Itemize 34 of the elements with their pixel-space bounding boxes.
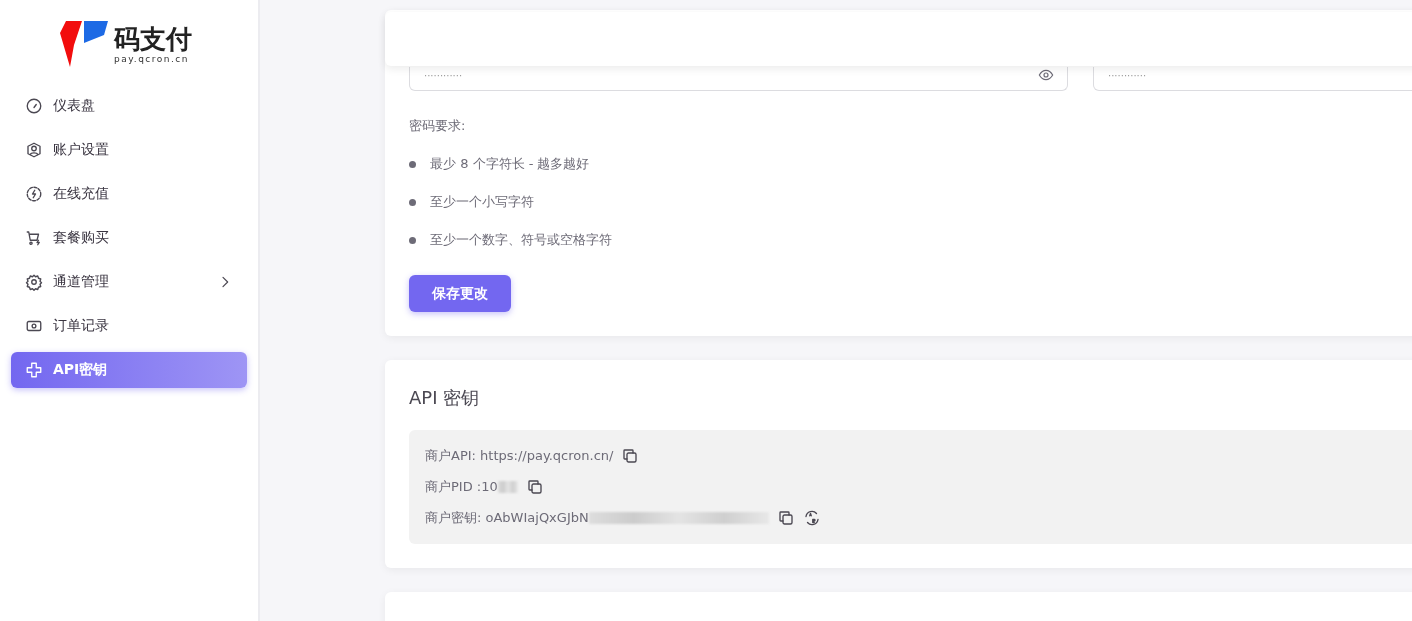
- requirement-text: 最少 8 个字符长 - 越多越好: [430, 155, 590, 173]
- requirement-text: 至少一个数字、符号或空格字符: [430, 231, 612, 249]
- sidebar-item[interactable]: 在线充值: [11, 176, 247, 212]
- bullet-icon: [409, 160, 416, 168]
- redacted-block: [497, 481, 518, 493]
- api-icon: [25, 361, 43, 379]
- eye-icon: [1038, 67, 1054, 83]
- requirement-text: 至少一个小写字符: [430, 193, 534, 211]
- sidebar-item[interactable]: 仪表盘: [11, 88, 247, 124]
- bullet-icon: [409, 198, 416, 206]
- bullet-icon: [409, 236, 416, 244]
- refresh-icon: [802, 509, 821, 527]
- requirements-title: 密码要求:: [409, 117, 467, 135]
- api-info-text: 商户PID :10: [425, 478, 498, 496]
- save-button[interactable]: 保存更改: [409, 275, 511, 312]
- sidebar-item[interactable]: 通道管理: [11, 264, 247, 300]
- sidebar-item[interactable]: API密钥: [11, 352, 247, 388]
- logo-name: 码支付: [114, 24, 192, 54]
- user-icon: [25, 141, 43, 159]
- logo-domain: pay.qcron.cn: [114, 54, 191, 64]
- logo-icon: [60, 21, 110, 67]
- copy-icon: [621, 447, 640, 465]
- api-info-text: 商户密钥: oAbWIajQxGJbN: [425, 509, 589, 527]
- gauge-icon: [25, 97, 43, 115]
- card-title: API 密钥: [409, 386, 481, 410]
- sidebar-item[interactable]: 账户设置: [11, 132, 247, 168]
- sidebar-item[interactable]: 套餐购买: [11, 220, 247, 256]
- cart-icon: [25, 229, 43, 247]
- copy-icon: [776, 509, 795, 527]
- api-info-text: 商户API: https://pay.qcron.cn/: [425, 447, 614, 465]
- copy-icon: [525, 478, 544, 496]
- gear-icon: [25, 273, 43, 291]
- sidebar-item[interactable]: 订单记录: [11, 308, 247, 344]
- bolt-icon: [25, 185, 43, 203]
